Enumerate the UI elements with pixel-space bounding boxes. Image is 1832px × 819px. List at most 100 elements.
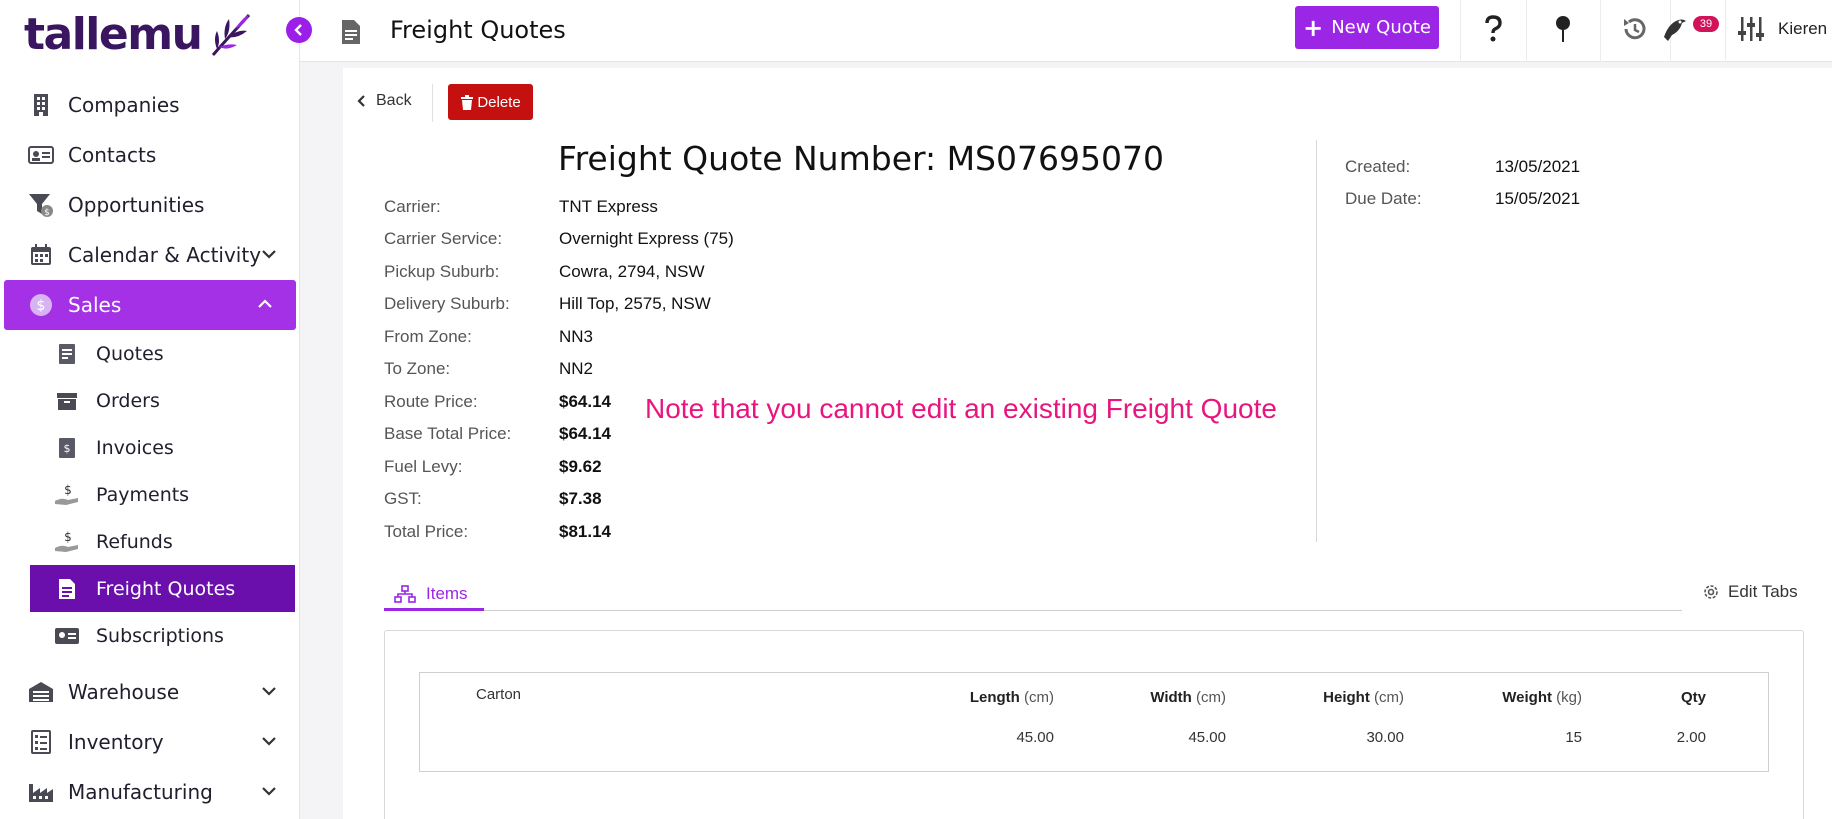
- column-header-weight: Weight (kg): [1502, 689, 1582, 706]
- cell-weight: 15: [1565, 729, 1582, 746]
- new-quote-label: New Quote: [1331, 17, 1431, 38]
- sidebar-item-refunds[interactable]: $ Refunds: [0, 518, 300, 565]
- sidebar-item-orders[interactable]: Orders: [0, 377, 300, 424]
- new-quote-button[interactable]: + New Quote: [1295, 6, 1439, 49]
- sidebar-item-inventory[interactable]: Inventory: [0, 717, 300, 767]
- field-value-delivery-suburb: Hill Top, 2575, NSW: [559, 294, 711, 313]
- field-label-fuel-levy: Fuel Levy:: [384, 457, 463, 476]
- divider: [1526, 0, 1527, 62]
- tab-items[interactable]: Items: [384, 580, 484, 611]
- edit-tabs-button[interactable]: Edit Tabs: [1702, 582, 1798, 602]
- notifications-bird-icon[interactable]: [1658, 12, 1692, 46]
- sidebar-item-label: Sales: [68, 293, 122, 317]
- divider: [1460, 0, 1461, 62]
- sidebar-item-label: Inventory: [68, 730, 164, 754]
- tab-items-label: Items: [426, 584, 468, 603]
- field-value-total-price: $81.14: [559, 522, 611, 541]
- warehouse-icon: [26, 677, 56, 707]
- created-value: 13/05/2021: [1495, 157, 1581, 176]
- column-header-qty: Qty: [1680, 689, 1706, 706]
- svg-text:$: $: [44, 208, 50, 218]
- svg-text:$: $: [64, 530, 72, 544]
- edit-tabs-label: Edit Tabs: [1728, 582, 1798, 601]
- document-icon: [54, 576, 80, 602]
- cell-qty: 2.00: [1676, 729, 1706, 746]
- delete-button[interactable]: Delete: [448, 84, 533, 120]
- sidebar-item-contacts[interactable]: Contacts: [0, 130, 300, 180]
- subscription-card-icon: [54, 623, 80, 649]
- box-icon: [54, 388, 80, 414]
- sidebar-item-label: Contacts: [68, 143, 157, 167]
- column-header-height: Height (cm): [1323, 689, 1404, 706]
- sidebar-item-label: Calendar & Activity: [68, 243, 262, 267]
- divider: [1600, 0, 1601, 62]
- sidebar-item-calendar[interactable]: Calendar & Activity: [0, 230, 300, 280]
- quote-doc-icon: [54, 341, 80, 367]
- top-bar: Freight Quotes + New Quote 39 Kieren: [300, 0, 1832, 62]
- divider: [1316, 140, 1317, 542]
- field-label-carrier-service: Carrier Service:: [384, 229, 503, 248]
- field-value-to-zone: NN2: [559, 359, 594, 378]
- dollar-circle-icon: $: [26, 290, 56, 320]
- chevron-down-icon: [262, 737, 276, 746]
- history-icon[interactable]: [1618, 12, 1652, 46]
- field-label-total-price: Total Price:: [384, 522, 469, 541]
- sidebar-item-label: Invoices: [96, 436, 174, 459]
- row-type-label: Carton: [476, 686, 522, 703]
- back-button[interactable]: Back: [356, 92, 412, 110]
- pin-icon[interactable]: [1546, 12, 1580, 46]
- field-value-gst: $7.38: [559, 489, 602, 508]
- sidebar: tallemu Companies Contacts $ Opportuniti…: [0, 0, 300, 819]
- refund-hand-icon: $: [54, 529, 80, 555]
- field-label-delivery-suburb: Delivery Suburb:: [384, 294, 510, 313]
- sidebar-item-invoices[interactable]: $ Invoices: [0, 424, 300, 471]
- help-icon[interactable]: [1476, 12, 1510, 46]
- sidebar-item-label: Orders: [96, 389, 160, 412]
- logo[interactable]: tallemu: [24, 6, 253, 62]
- back-label: Back: [376, 92, 412, 109]
- sidebar-item-label: Subscriptions: [96, 624, 224, 647]
- field-label-route-price: Route Price:: [384, 392, 478, 411]
- sidebar-item-payments[interactable]: $ Payments: [0, 471, 300, 518]
- sidebar-item-sales[interactable]: $ Sales: [4, 280, 296, 330]
- sidebar-item-freight-quotes[interactable]: Freight Quotes: [30, 565, 295, 612]
- chevron-left-icon: [357, 95, 365, 107]
- sidebar-item-warehouse[interactable]: Warehouse: [0, 667, 300, 717]
- sidebar-item-subscriptions[interactable]: Subscriptions: [0, 612, 300, 659]
- cell-height: 30.00: [1366, 729, 1404, 746]
- field-label-carrier: Carrier:: [384, 197, 441, 216]
- field-value-carrier-service: Overnight Express (75): [559, 229, 734, 248]
- sidebar-item-manufacturing[interactable]: Manufacturing: [0, 767, 300, 817]
- sidebar-item-label: Freight Quotes: [96, 577, 236, 600]
- settings-sliders-icon[interactable]: [1734, 12, 1768, 46]
- divider: [432, 84, 433, 122]
- due-date-value: 15/05/2021: [1495, 189, 1581, 208]
- chevron-down-icon: [262, 687, 276, 696]
- field-value-route-price: $64.14: [559, 392, 611, 411]
- sidebar-item-quotes[interactable]: Quotes: [0, 330, 300, 377]
- sidebar-item-label: Warehouse: [68, 680, 180, 704]
- plus-icon: +: [1303, 13, 1324, 42]
- building-icon: [26, 90, 56, 120]
- chevron-down-icon: [262, 787, 276, 796]
- sidebar-item-opportunities[interactable]: $ Opportunities: [0, 180, 300, 230]
- collapse-sidebar-button[interactable]: [286, 17, 312, 43]
- gear-icon: [1704, 585, 1718, 599]
- field-value-from-zone: NN3: [559, 327, 594, 346]
- user-name[interactable]: Kieren: [1778, 19, 1827, 39]
- field-value-pickup-suburb: Cowra, 2794, NSW: [559, 262, 705, 281]
- column-header-width: Width (cm): [1150, 689, 1226, 706]
- contact-card-icon: [26, 140, 56, 170]
- sidebar-item-label: Manufacturing: [68, 780, 213, 804]
- payment-hand-icon: $: [54, 482, 80, 508]
- funnel-icon: $: [26, 190, 56, 220]
- svg-text:$: $: [64, 483, 72, 497]
- field-value-base-total-price: $64.14: [559, 424, 611, 443]
- sidebar-item-companies[interactable]: Companies: [0, 80, 300, 130]
- emu-leaf-icon: [212, 13, 251, 56]
- created-label: Created:: [1345, 157, 1411, 176]
- notification-count-badge: 39: [1693, 16, 1719, 32]
- quote-number-title: Freight Quote Number: MS07695070: [558, 139, 1164, 178]
- chevron-left-icon: [294, 24, 302, 36]
- chevron-down-icon: [262, 250, 276, 259]
